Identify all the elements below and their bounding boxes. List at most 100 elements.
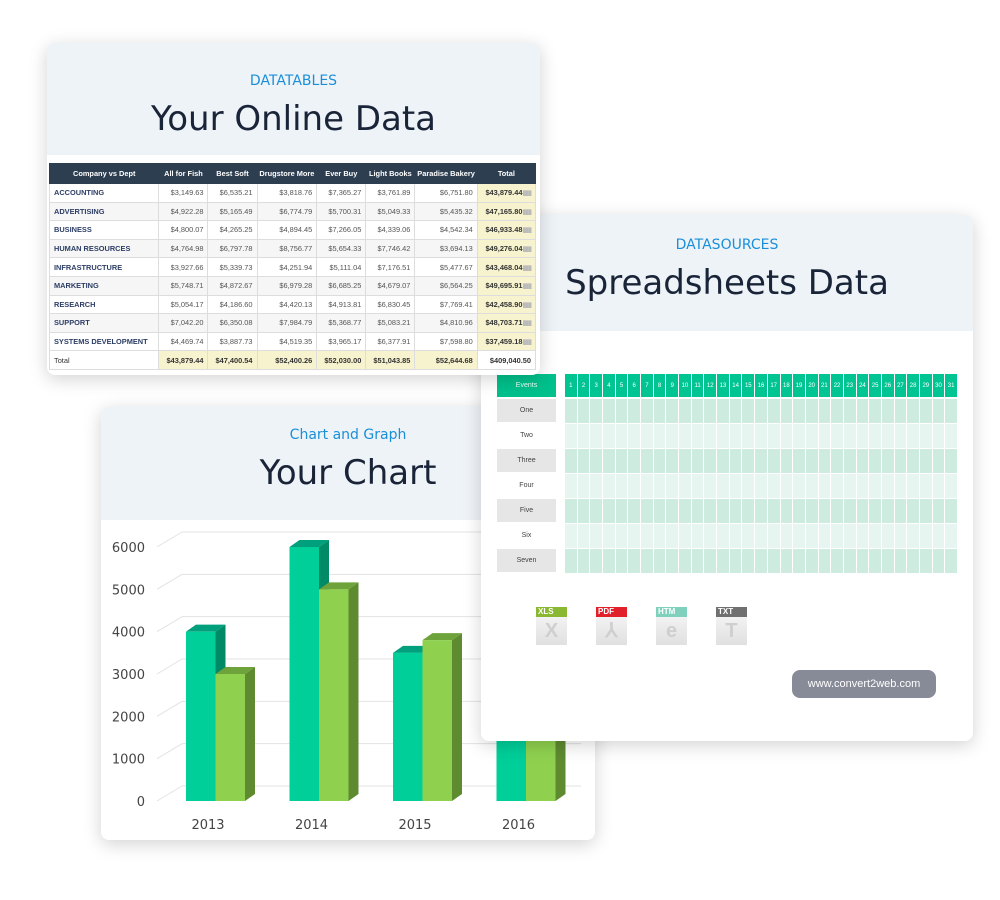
- grid-cell[interactable]: [742, 399, 755, 423]
- grid-cell[interactable]: [919, 399, 932, 423]
- grid-cell[interactable]: [881, 524, 894, 548]
- grid-cell[interactable]: [641, 399, 653, 423]
- grid-cell[interactable]: [729, 424, 742, 448]
- grid-cell[interactable]: [729, 549, 742, 573]
- grid-cell[interactable]: [831, 449, 843, 473]
- grid-cell[interactable]: [641, 499, 653, 523]
- grid-cell[interactable]: [843, 549, 856, 573]
- grid-cell[interactable]: [742, 474, 755, 498]
- grid-cell[interactable]: [932, 524, 945, 548]
- grid-cell[interactable]: [945, 424, 957, 448]
- grid-cell[interactable]: [780, 499, 793, 523]
- grid-cell[interactable]: [717, 499, 729, 523]
- grid-cell[interactable]: [856, 449, 869, 473]
- grid-cell[interactable]: [894, 499, 907, 523]
- grid-cell[interactable]: [907, 499, 919, 523]
- grid-cell[interactable]: [679, 499, 691, 523]
- grid-cell[interactable]: [577, 424, 590, 448]
- column-header[interactable]: Best Soft: [207, 163, 258, 184]
- grid-cell[interactable]: [780, 474, 793, 498]
- grid-cell[interactable]: [666, 474, 679, 498]
- grid-cell[interactable]: [907, 549, 919, 573]
- grid-cell[interactable]: [945, 549, 957, 573]
- grid-cell[interactable]: [603, 449, 615, 473]
- grid-cell[interactable]: [843, 449, 856, 473]
- grid-cell[interactable]: [603, 499, 615, 523]
- grid-cell[interactable]: [793, 399, 805, 423]
- grid-cell[interactable]: [856, 474, 869, 498]
- grid-cell[interactable]: [577, 549, 590, 573]
- grid-cell[interactable]: [932, 474, 945, 498]
- grid-cell[interactable]: [704, 449, 717, 473]
- grid-cell[interactable]: [628, 474, 641, 498]
- grid-cell[interactable]: [907, 449, 919, 473]
- grid-cell[interactable]: [641, 424, 653, 448]
- grid-cell[interactable]: [869, 499, 881, 523]
- grid-cell[interactable]: [742, 449, 755, 473]
- grid-cell[interactable]: [818, 499, 831, 523]
- grid-cell[interactable]: [666, 524, 679, 548]
- grid-cell[interactable]: [869, 549, 881, 573]
- grid-cell[interactable]: [907, 474, 919, 498]
- grid-cell[interactable]: [907, 399, 919, 423]
- grid-cell[interactable]: [767, 449, 780, 473]
- grid-cell[interactable]: [869, 524, 881, 548]
- grid-cell[interactable]: [615, 399, 628, 423]
- grid-cell[interactable]: [628, 399, 641, 423]
- grid-cell[interactable]: [565, 499, 577, 523]
- grid-cell[interactable]: [653, 424, 666, 448]
- grid-cell[interactable]: [793, 424, 805, 448]
- grid-cell[interactable]: [856, 424, 869, 448]
- grid-cell[interactable]: [615, 449, 628, 473]
- grid-cell[interactable]: [653, 524, 666, 548]
- grid-cell[interactable]: [717, 449, 729, 473]
- grid-cell[interactable]: [679, 424, 691, 448]
- grid-cell[interactable]: [691, 524, 704, 548]
- grid-cell[interactable]: [603, 524, 615, 548]
- grid-cell[interactable]: [590, 474, 603, 498]
- grid-cell[interactable]: [780, 524, 793, 548]
- grid-cell[interactable]: [831, 399, 843, 423]
- grid-cell[interactable]: [945, 449, 957, 473]
- grid-cell[interactable]: [603, 549, 615, 573]
- grid-cell[interactable]: [603, 474, 615, 498]
- grid-cell[interactable]: [590, 399, 603, 423]
- grid-cell[interactable]: [945, 524, 957, 548]
- grid-cell[interactable]: [932, 449, 945, 473]
- grid-cell[interactable]: [932, 549, 945, 573]
- grid-cell[interactable]: [818, 549, 831, 573]
- grid-cell[interactable]: [805, 424, 818, 448]
- grid-cell[interactable]: [793, 449, 805, 473]
- grid-cell[interactable]: [881, 474, 894, 498]
- column-header[interactable]: Ever Buy: [316, 163, 367, 184]
- grid-cell[interactable]: [881, 499, 894, 523]
- website-link[interactable]: www.convert2web.com: [792, 670, 936, 698]
- htm-file-icon[interactable]: HTM e: [656, 607, 687, 645]
- grid-cell[interactable]: [653, 399, 666, 423]
- grid-cell[interactable]: [729, 524, 742, 548]
- xls-file-icon[interactable]: XLS X: [536, 607, 567, 645]
- column-header[interactable]: All for Fish: [158, 163, 209, 184]
- grid-cell[interactable]: [843, 499, 856, 523]
- grid-cell[interactable]: [729, 499, 742, 523]
- grid-cell[interactable]: [919, 549, 932, 573]
- grid-cell[interactable]: [793, 549, 805, 573]
- grid-cell[interactable]: [704, 549, 717, 573]
- grid-cell[interactable]: [818, 424, 831, 448]
- grid-cell[interactable]: [932, 499, 945, 523]
- column-header[interactable]: Total: [476, 163, 537, 184]
- grid-cell[interactable]: [717, 399, 729, 423]
- grid-cell[interactable]: [590, 424, 603, 448]
- grid-cell[interactable]: [843, 399, 856, 423]
- grid-cell[interactable]: [805, 549, 818, 573]
- grid-cell[interactable]: [805, 474, 818, 498]
- grid-cell[interactable]: [780, 424, 793, 448]
- grid-cell[interactable]: [653, 474, 666, 498]
- grid-cell[interactable]: [894, 474, 907, 498]
- grid-cell[interactable]: [704, 424, 717, 448]
- grid-cell[interactable]: [919, 424, 932, 448]
- grid-cell[interactable]: [641, 549, 653, 573]
- grid-cell[interactable]: [831, 424, 843, 448]
- grid-cell[interactable]: [565, 449, 577, 473]
- grid-cell[interactable]: [932, 399, 945, 423]
